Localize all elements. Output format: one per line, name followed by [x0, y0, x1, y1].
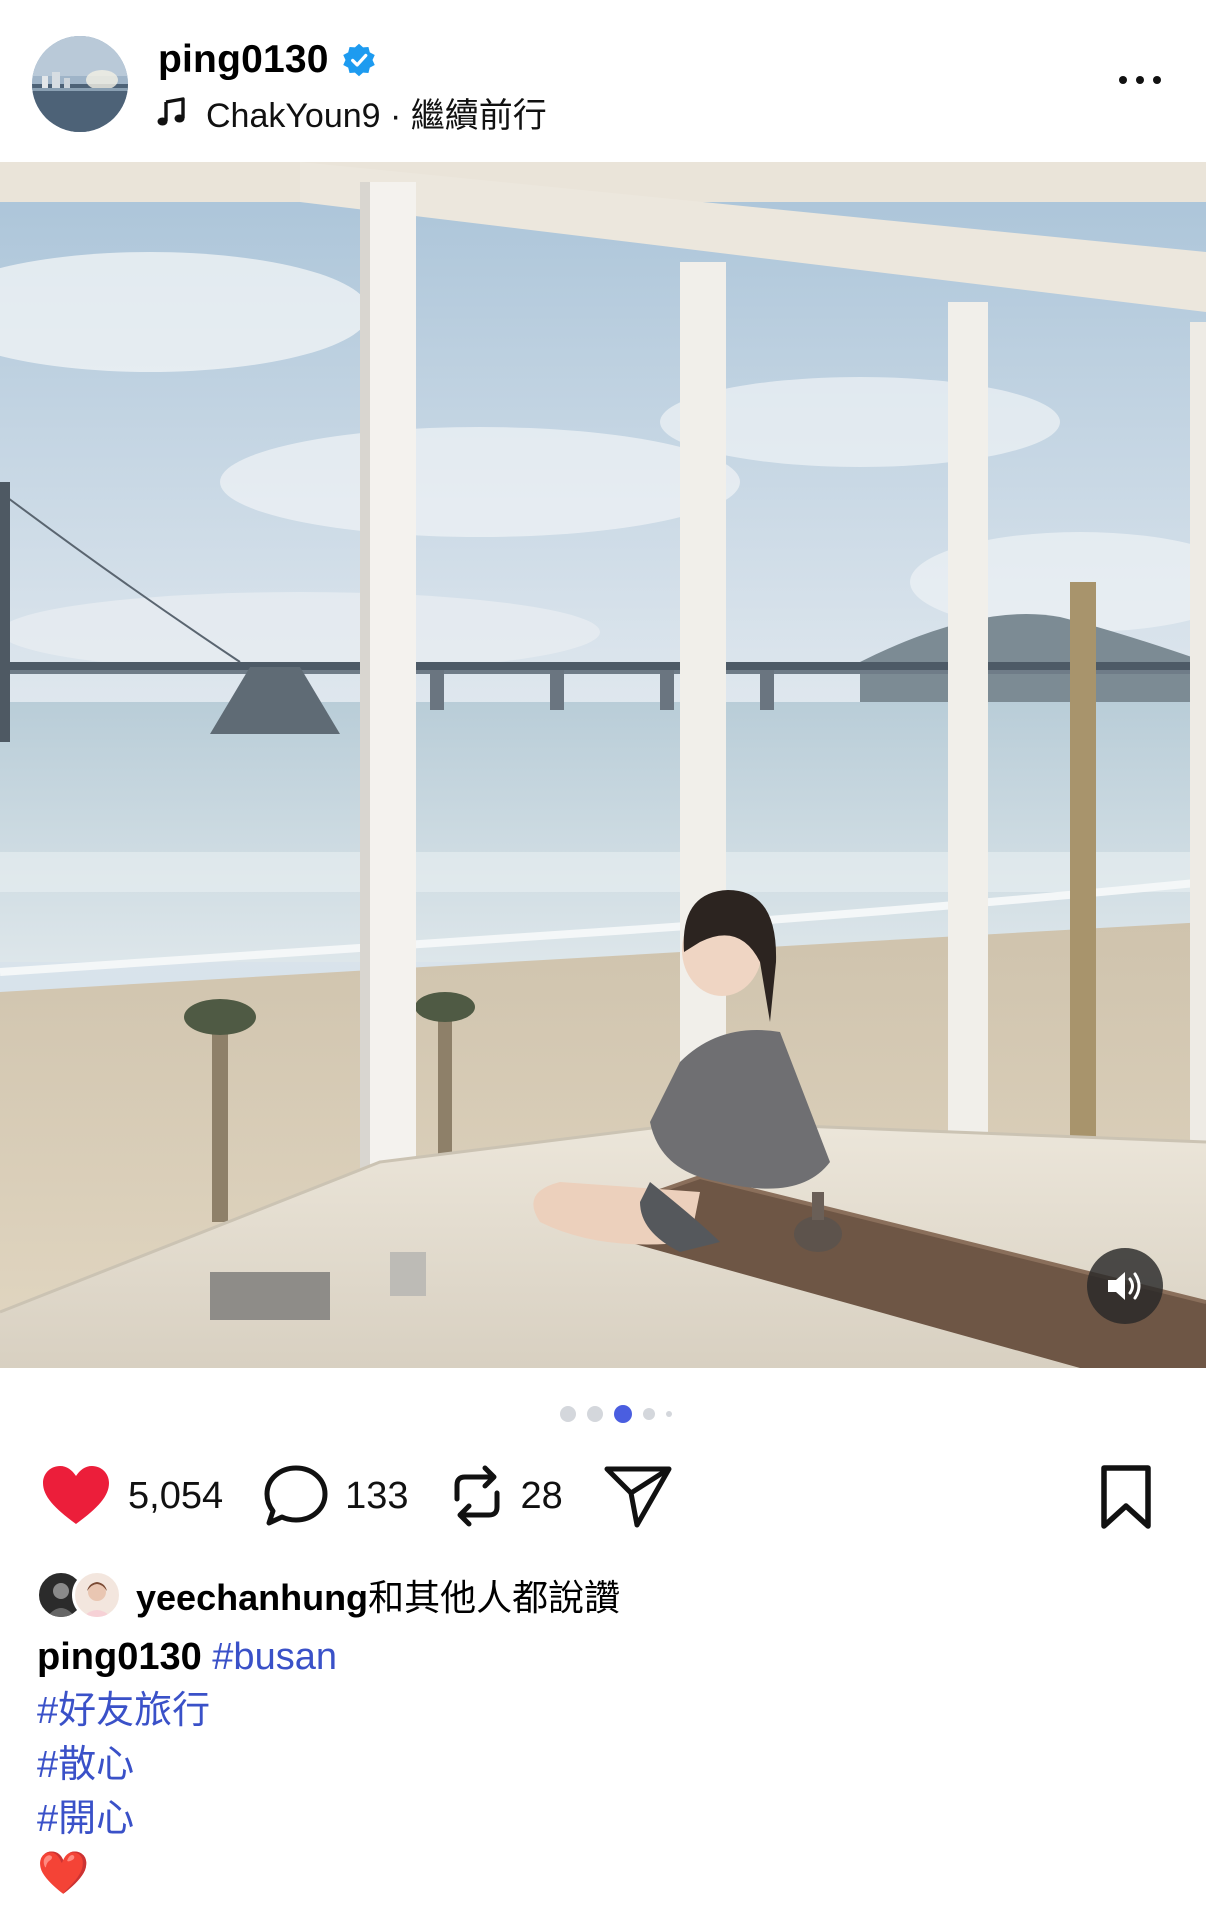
hashtag-link[interactable]: #好友旅行 [37, 1684, 337, 1738]
heart-emoji: ❤️ [37, 1849, 90, 1896]
repost-button[interactable]: 28 [449, 1463, 603, 1529]
music-separator: · [380, 96, 411, 135]
carousel-dot [666, 1411, 672, 1417]
music-artist: ChakYoun9 [206, 96, 381, 135]
music-note-icon [157, 97, 185, 126]
sound-toggle-button[interactable] [1087, 1248, 1163, 1324]
heart-filled-icon [43, 1466, 109, 1524]
profile-avatar[interactable] [32, 36, 128, 132]
like-count: 5,054 [128, 1474, 224, 1517]
liker-avatar [72, 1570, 122, 1620]
caption-username[interactable]: ping0130 [37, 1636, 202, 1678]
post-caption: ping0130 #busan #好友旅行 #散心 #開心 ❤️ [37, 1630, 337, 1900]
comment-button[interactable]: 133 [263, 1464, 448, 1528]
post-header: ping0130 [158, 36, 377, 84]
music-song: 繼續前行 [410, 96, 547, 135]
carousel-indicator [560, 1404, 672, 1424]
music-attribution[interactable]: ChakYoun9 · 繼續前行 [156, 88, 547, 136]
post-photo[interactable] [0, 162, 1206, 1368]
repost-icon [454, 1465, 499, 1527]
more-dot-icon [1153, 76, 1161, 84]
share-button[interactable] [603, 1463, 673, 1529]
comment-count: 133 [345, 1474, 409, 1517]
liked-by-row[interactable]: yeechanhung和其他人都說讚 [36, 1567, 620, 1623]
carousel-dot [587, 1406, 603, 1422]
comment-bubble-icon [264, 1465, 328, 1526]
speaker-icon [1108, 1272, 1141, 1300]
more-dot-icon [1136, 76, 1144, 84]
hashtag-link[interactable]: #散心 [37, 1738, 337, 1792]
hashtag-link[interactable]: #開心 [37, 1792, 337, 1846]
username[interactable]: ping0130 [158, 38, 329, 82]
carousel-dot [643, 1408, 655, 1420]
carousel-dot [560, 1406, 576, 1422]
more-dot-icon [1119, 76, 1127, 84]
likes-suffix: 和其他人都說讚 [368, 1577, 621, 1618]
hashtag-link[interactable]: #busan [212, 1636, 337, 1678]
repost-count: 28 [520, 1474, 563, 1517]
save-button[interactable] [1096, 1464, 1156, 1530]
liker-username[interactable]: yeechanhung [136, 1577, 368, 1618]
more-options-button[interactable] [1104, 60, 1176, 100]
carousel-dot-active [614, 1405, 632, 1423]
verified-badge-icon [342, 43, 375, 77]
bookmark-icon [1101, 1465, 1151, 1529]
send-icon [604, 1466, 672, 1528]
like-button[interactable]: 5,054 [40, 1464, 263, 1528]
action-bar: 5,054 133 28 [40, 1456, 673, 1536]
